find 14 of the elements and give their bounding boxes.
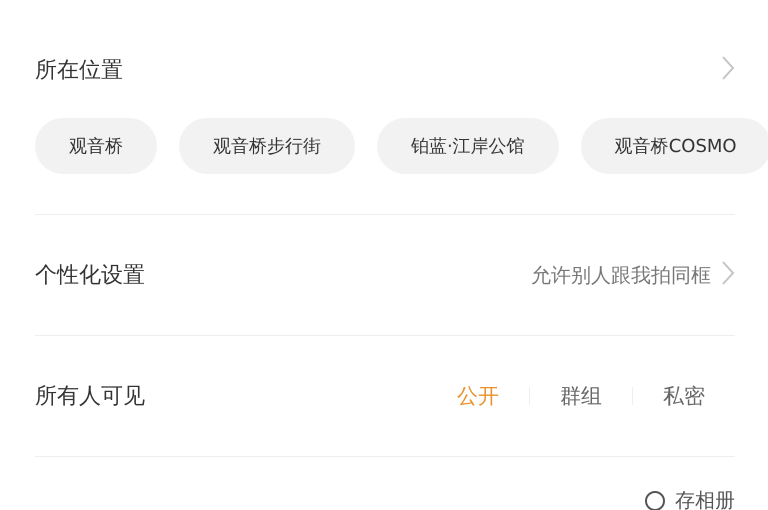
visibility-option[interactable]: 私密 (663, 382, 705, 410)
section-title: 个性化设置 (35, 262, 145, 290)
radio-circle-icon[interactable] (645, 490, 665, 510)
location-chip[interactable]: 观音桥 (35, 118, 157, 174)
visibility-option[interactable]: 群组 (560, 382, 602, 410)
save-label[interactable]: 存相册 (675, 487, 735, 510)
setting-value[interactable]: 允许别人跟我拍同框 (531, 262, 711, 288)
section-title: 所有人可见 (35, 383, 145, 411)
section-title: 所在位置 (35, 57, 123, 85)
chevron-right-icon[interactable] (721, 260, 735, 286)
location-chip[interactable]: 观音桥步行街 (179, 118, 355, 174)
location-chip[interactable]: 铂蓝·江岸公馆 (377, 118, 559, 174)
chevron-right-icon[interactable] (721, 55, 735, 81)
location-chip[interactable]: 观音桥COSMO (580, 118, 768, 174)
